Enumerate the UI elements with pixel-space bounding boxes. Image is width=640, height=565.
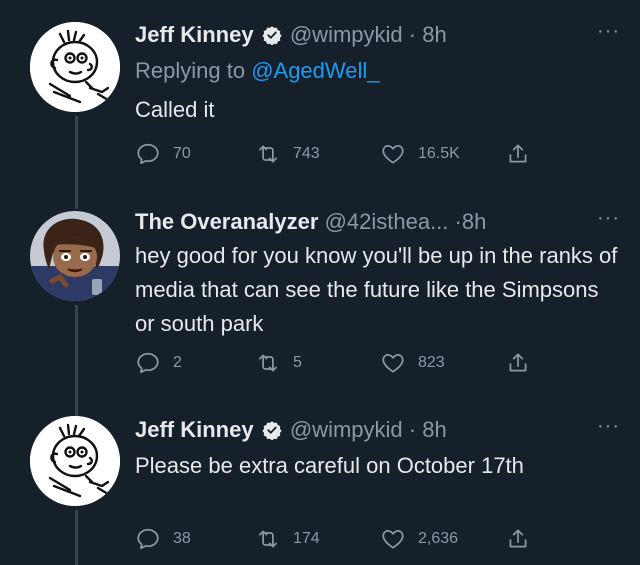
share-upload-icon (505, 350, 531, 376)
more-options-icon[interactable]: ··· (597, 415, 620, 438)
avatar[interactable] (30, 211, 120, 301)
cartoon-character-avatar-icon (30, 211, 120, 301)
speech-bubble-icon (135, 141, 161, 167)
retweet-count: 743 (293, 145, 320, 162)
retweet-arrows-icon (255, 141, 281, 167)
more-options-icon[interactable]: ··· (597, 207, 620, 230)
like-button[interactable]: 2,636 (380, 526, 458, 552)
retweet-button[interactable]: 743 (255, 141, 320, 167)
author-handle[interactable]: @42isthea... (325, 209, 449, 234)
tweet-actions: 38 174 2,636 (135, 526, 535, 556)
reply-count: 70 (173, 145, 191, 162)
separator-dot: · (408, 22, 417, 47)
greg-heffley-avatar-icon (30, 416, 120, 506)
thread-line (75, 116, 78, 205)
heart-icon (380, 350, 406, 376)
author-name[interactable]: Jeff Kinney (135, 417, 254, 442)
tweet-actions: 70 743 16.5K (135, 141, 535, 171)
share-upload-icon (505, 141, 531, 167)
retweet-button[interactable]: 174 (255, 526, 320, 552)
thread-line (75, 400, 78, 416)
tweet-actions: 2 5 823 (135, 350, 535, 380)
verified-badge-icon (262, 420, 282, 440)
reply-button[interactable]: 38 (135, 526, 191, 552)
like-count: 2,636 (418, 530, 459, 547)
reply-count: 2 (173, 354, 182, 371)
timestamp[interactable]: 8h (462, 209, 486, 234)
like-count: 823 (418, 354, 445, 371)
tweet-2[interactable]: The Overanalyzer @42isthea... ·8h ··· he… (0, 205, 640, 400)
tweet-3[interactable]: Jeff Kinney @wimpykid · 8h ··· Please be… (0, 400, 640, 565)
timestamp[interactable]: 8h (422, 417, 446, 442)
verified-badge-icon (262, 25, 282, 45)
heart-icon (380, 526, 406, 552)
share-upload-icon (505, 526, 531, 552)
share-button[interactable] (505, 141, 531, 167)
like-button[interactable]: 823 (380, 350, 445, 376)
reply-count: 38 (173, 530, 191, 547)
retweet-arrows-icon (255, 526, 281, 552)
author-name[interactable]: The Overanalyzer (135, 209, 318, 234)
tweet-text: Please be extra careful on October 17th (135, 453, 524, 478)
share-button[interactable] (505, 526, 531, 552)
mention-link[interactable]: @AgedWell_ (251, 58, 379, 83)
avatar[interactable] (30, 416, 120, 506)
author-handle[interactable]: @wimpykid (290, 22, 403, 47)
tweet-text: hey good for you know you'll be up in th… (135, 243, 618, 336)
reply-button[interactable]: 2 (135, 350, 182, 376)
speech-bubble-icon (135, 526, 161, 552)
reply-button[interactable]: 70 (135, 141, 191, 167)
greg-heffley-avatar-icon (30, 22, 120, 112)
heart-icon (380, 141, 406, 167)
avatar[interactable] (30, 22, 120, 112)
thread-line (75, 510, 78, 565)
retweet-count: 5 (293, 354, 302, 371)
retweet-count: 174 (293, 530, 320, 547)
tweet-text: Called it (135, 97, 215, 122)
tweet-1[interactable]: Jeff Kinney @wimpykid · 8h ··· Replying … (0, 0, 640, 205)
speech-bubble-icon (135, 350, 161, 376)
thread-line (75, 305, 78, 400)
like-button[interactable]: 16.5K (380, 141, 460, 167)
author-handle[interactable]: @wimpykid (290, 417, 403, 442)
share-button[interactable] (505, 350, 531, 376)
replying-to: Replying to @AgedWell_ (135, 55, 620, 87)
timestamp[interactable]: 8h (422, 22, 446, 47)
retweet-button[interactable]: 5 (255, 350, 302, 376)
like-count: 16.5K (418, 145, 460, 162)
author-name[interactable]: Jeff Kinney (135, 22, 254, 47)
tweet-header: The Overanalyzer @42isthea... ·8h (135, 207, 620, 237)
retweet-arrows-icon (255, 350, 281, 376)
replying-to-label: Replying to (135, 58, 252, 83)
more-options-icon[interactable]: ··· (597, 20, 620, 43)
tweet-header: Jeff Kinney @wimpykid · 8h (135, 20, 620, 50)
tweet-header: Jeff Kinney @wimpykid · 8h (135, 415, 620, 445)
separator-dot: · (454, 209, 462, 234)
separator-dot: · (408, 417, 417, 442)
thread-line (75, 205, 78, 209)
